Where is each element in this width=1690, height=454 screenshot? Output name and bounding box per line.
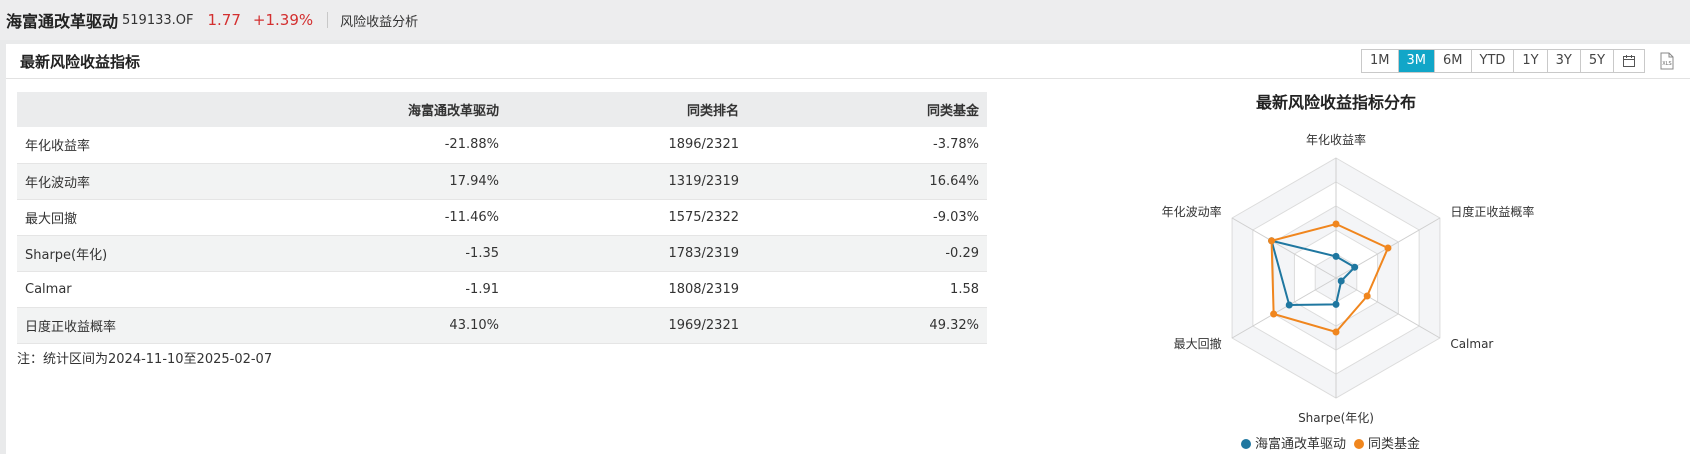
metric-name: Calmar: [17, 271, 257, 308]
fund-change: +1.39%: [252, 11, 314, 29]
xls-label: XLS: [1662, 61, 1671, 67]
peer-value: -0.29: [747, 235, 987, 272]
column-header: 同类基金: [747, 92, 987, 127]
peer-value: -3.78%: [747, 127, 987, 164]
series-point-peer: [1384, 244, 1392, 252]
period-note: 注：统计区间为2024-11-10至2025-02-07: [17, 352, 273, 367]
metric-name: Sharpe(年化): [17, 235, 257, 272]
series-point-fund: [1351, 263, 1359, 271]
peer-rank: 1969/2321: [507, 307, 747, 344]
period-button-3y[interactable]: 3Y: [1547, 50, 1581, 72]
radar-axis-label: Sharpe(年化): [1298, 411, 1374, 425]
column-header: 海富通改革驱动: [257, 92, 507, 127]
metric-name: 日度正收益概率: [17, 307, 257, 344]
radar-axis-label: 最大回撤: [1174, 336, 1222, 351]
calendar-button[interactable]: [1614, 50, 1645, 72]
fund-value: -1.91: [257, 271, 507, 308]
table-row: Calmar -1.91 1808/2319 1.58: [17, 271, 987, 308]
fund-name: 海富通改革驱动: [6, 12, 119, 31]
radar-axis-label: Calmar: [1450, 337, 1493, 351]
risk-return-panel: 最新风险收益指标 1M 3M 6M YTD 1Y 3Y 5Y XLS 海富通改革…: [6, 44, 1690, 454]
column-header: [17, 92, 257, 127]
period-button-1y[interactable]: 1Y: [1514, 50, 1548, 72]
series-point-peer: [1270, 310, 1278, 318]
table-row: 最大回撤 -11.46% 1575/2322 -9.03%: [17, 199, 987, 236]
period-button-ytd[interactable]: YTD: [1471, 50, 1515, 72]
fund-value: 17.94%: [257, 163, 507, 200]
peer-rank: 1575/2322: [507, 199, 747, 236]
legend-marker: [1354, 439, 1364, 449]
radar-axis-label: 日度正收益概率: [1450, 204, 1534, 219]
radar-axis-label: 年化波动率: [1162, 204, 1222, 219]
period-button-1m[interactable]: 1M: [1362, 50, 1399, 72]
fund-header-bar: 海富通改革驱动 519133.OF 1.77 +1.39% 风险收益分析: [0, 0, 1690, 40]
period-button-5y[interactable]: 5Y: [1580, 50, 1615, 72]
peer-value: -9.03%: [747, 199, 987, 236]
radar-axis-label: 年化收益率: [1306, 132, 1366, 147]
fund-value: -1.35: [257, 235, 507, 272]
series-point-peer: [1268, 237, 1276, 245]
risk-metrics-table: 海富通改革驱动 同类排名 同类基金 年化收益率 -21.88% 1896/232…: [17, 92, 987, 344]
fund-price: 1.77: [207, 11, 241, 29]
peer-rank: 1319/2319: [507, 163, 747, 200]
panel-header: 最新风险收益指标 1M 3M 6M YTD 1Y 3Y 5Y XLS: [6, 44, 1690, 79]
risk-return-analysis-link[interactable]: 风险收益分析: [340, 11, 418, 30]
header-divider: [327, 12, 329, 28]
series-point-fund: [1332, 252, 1340, 260]
peer-value: 16.64%: [747, 163, 987, 200]
series-point-fund: [1332, 300, 1340, 308]
table-row: 年化收益率 -21.88% 1896/2321 -3.78%: [17, 127, 987, 164]
fund-value: -11.46%: [257, 199, 507, 236]
risk-radar-chart: 最新风险收益指标分布年化收益率日度正收益概率 Calmar Sharpe(年化) 最大…: [1162, 93, 1535, 452]
period-button-6m[interactable]: 6M: [1435, 50, 1472, 72]
series-point-fund: [1285, 301, 1293, 309]
table-row: Sharpe(年化) -1.35 1783/2319 -0.29: [17, 235, 987, 272]
series-point-fund: [1337, 277, 1345, 285]
metric-name: 最大回撤: [17, 199, 257, 236]
fund-value: 43.10%: [257, 307, 507, 344]
chart-title: 最新风险收益指标分布: [1256, 93, 1416, 112]
fund-code: 519133.OF: [122, 12, 194, 28]
series-point-peer: [1363, 292, 1371, 300]
fund-value: -21.88%: [257, 127, 507, 164]
panel-title: 最新风险收益指标: [20, 53, 141, 71]
metric-name: 年化收益率: [17, 127, 257, 164]
table-row: 日度正收益概率 43.10% 1969/2321 49.32%: [17, 307, 987, 344]
legend-label: 海富通改革驱动: [1255, 436, 1346, 452]
peer-rank: 1808/2319: [507, 271, 747, 308]
series-point-peer: [1332, 220, 1340, 228]
table-row: 年化波动率 17.94% 1319/2319 16.64%: [17, 163, 987, 200]
peer-value: 49.32%: [747, 307, 987, 344]
legend-marker: [1241, 439, 1251, 449]
peer-value: 1.58: [747, 271, 987, 308]
period-selector: 1M 3M 6M YTD 1Y 3Y 5Y: [1361, 49, 1646, 73]
legend-label: 同类基金: [1368, 436, 1420, 452]
period-button-3m[interactable]: 3M: [1398, 50, 1435, 72]
peer-rank: 1896/2321: [507, 127, 747, 164]
table-header-row: 海富通改革驱动 同类排名 同类基金: [17, 92, 987, 127]
metric-name: 年化波动率: [17, 163, 257, 200]
column-header: 同类排名: [507, 92, 747, 127]
calendar-icon: [1623, 55, 1636, 67]
peer-rank: 1783/2319: [507, 235, 747, 272]
xls-export-icon[interactable]: XLS: [1658, 52, 1676, 70]
series-point-peer: [1332, 328, 1340, 336]
